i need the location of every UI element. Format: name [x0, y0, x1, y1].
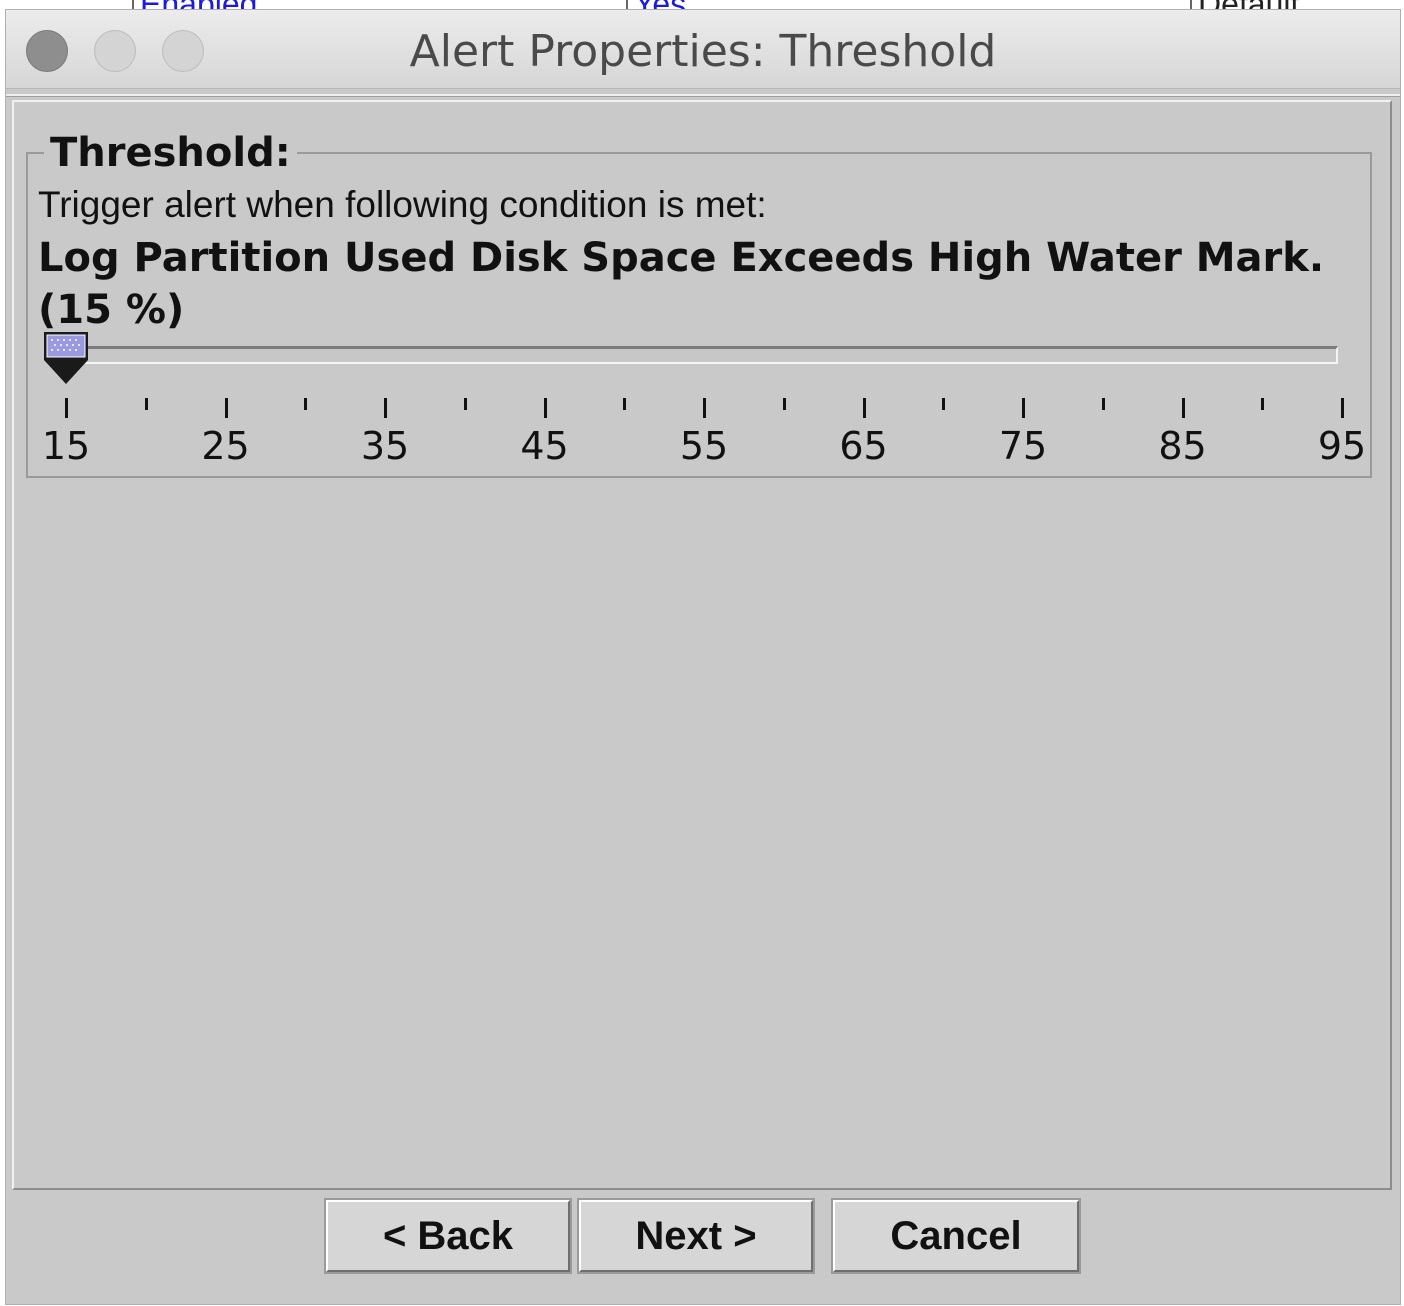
tick-label: 75	[998, 424, 1048, 468]
major-tick	[543, 398, 547, 418]
minor-tick	[1261, 398, 1265, 410]
cancel-button[interactable]: Cancel	[831, 1198, 1081, 1274]
tick-label: 85	[1158, 424, 1207, 468]
minor-tick	[942, 398, 946, 410]
slider-tick-scale: 15 25 35 45 55 65 75 85 95	[0, 0, 1404, 1306]
major-tick	[703, 398, 706, 418]
minor-tick	[463, 398, 467, 410]
tick-label: 95	[1317, 424, 1367, 468]
tick-label: 65	[839, 424, 888, 468]
tick-label: 55	[679, 424, 729, 468]
major-tick	[1341, 398, 1344, 418]
major-tick	[224, 398, 228, 418]
tick-label: 45	[520, 424, 569, 468]
tick-label: 15	[41, 424, 91, 468]
major-tick	[1022, 398, 1025, 418]
minor-tick	[782, 398, 786, 410]
minor-tick	[623, 398, 627, 410]
major-tick	[1181, 398, 1185, 418]
major-tick	[862, 398, 866, 418]
next-button[interactable]: Next >	[577, 1198, 815, 1274]
major-tick	[65, 398, 68, 418]
minor-tick	[1101, 398, 1105, 410]
minor-tick	[144, 398, 148, 410]
minor-tick	[304, 398, 308, 410]
back-button[interactable]: < Back	[324, 1198, 572, 1274]
tick-label: 35	[360, 424, 410, 468]
tick-label: 25	[201, 424, 250, 468]
major-tick	[384, 398, 387, 418]
